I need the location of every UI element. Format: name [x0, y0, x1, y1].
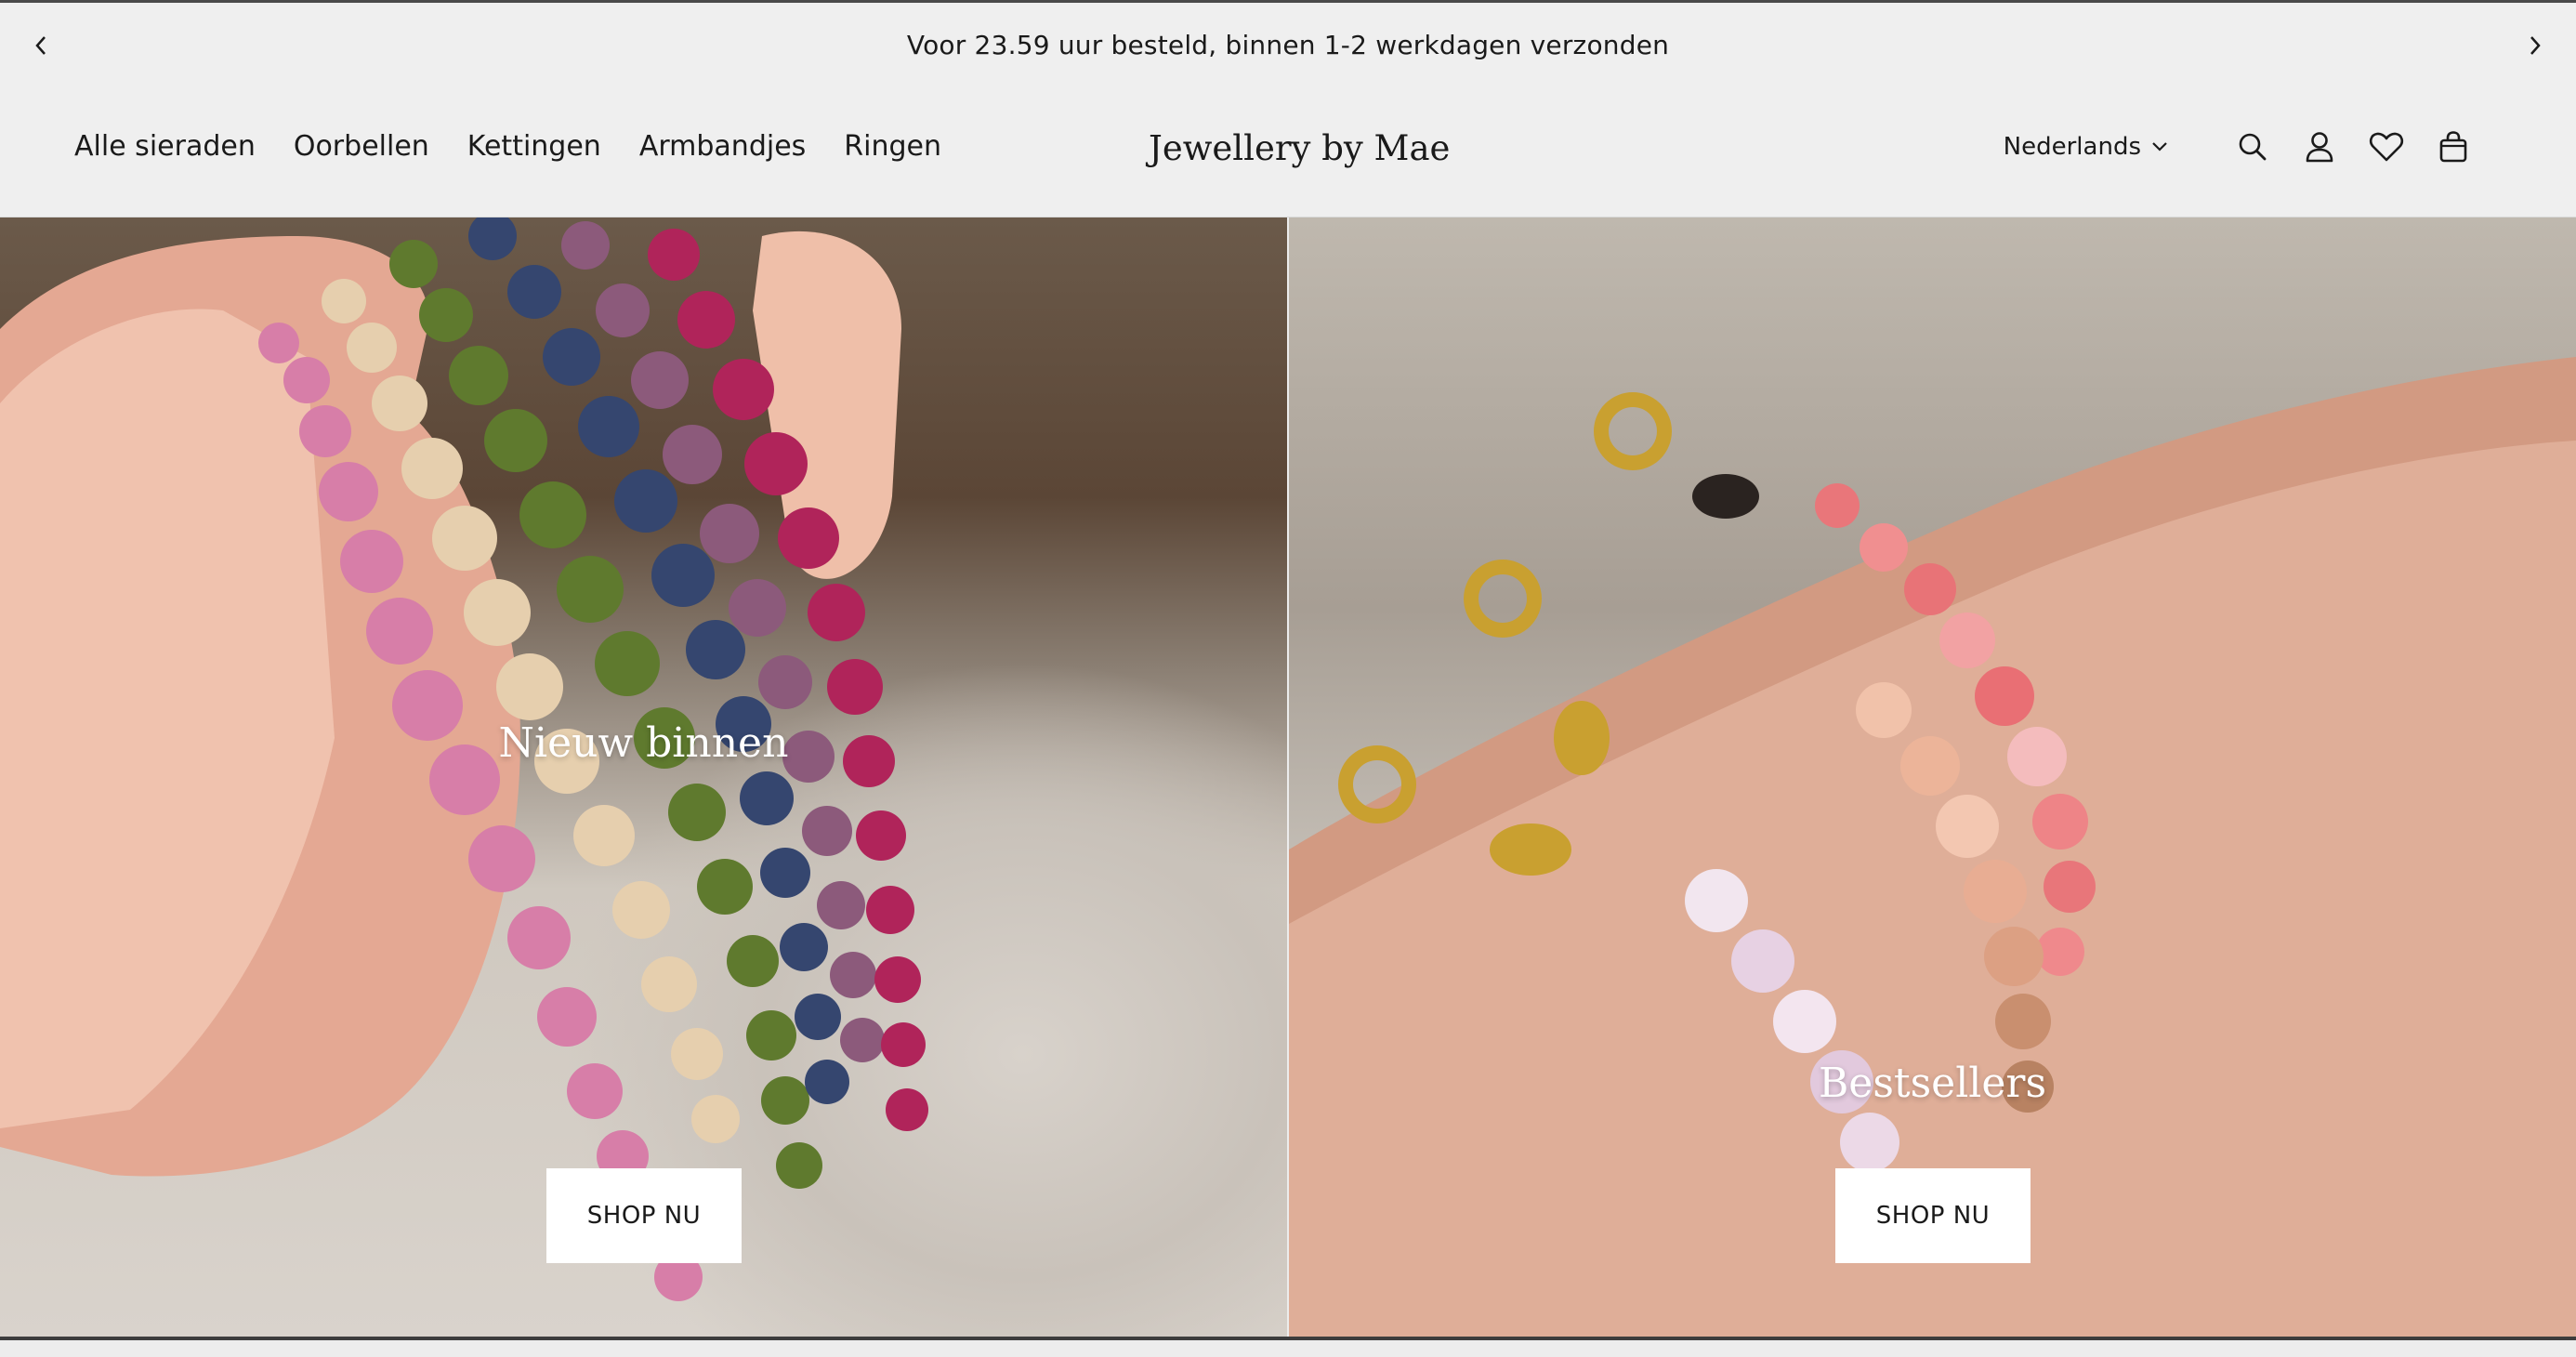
hero-panel-nieuw-binnen[interactable]: Nieuw binnen SHOP NU	[0, 217, 1287, 1337]
hero-section: Nieuw binnen SHOP NU Bestsellers SHOP NU	[0, 217, 2576, 1337]
chevron-left-icon[interactable]	[22, 27, 59, 64]
panel-title: Nieuw binnen	[498, 719, 789, 767]
panel-title: Bestsellers	[1818, 1060, 2047, 1107]
bag-icon[interactable]	[2433, 126, 2474, 167]
announcement-text: Voor 23.59 uur besteld, binnen 1-2 werkd…	[906, 30, 1670, 60]
shop-now-button[interactable]: SHOP NU	[1835, 1168, 2031, 1263]
heart-icon[interactable]	[2366, 126, 2407, 167]
nav-item-kettingen[interactable]: Kettingen	[467, 130, 601, 163]
account-icon[interactable]	[2299, 126, 2340, 167]
chevron-right-icon[interactable]	[2517, 27, 2554, 64]
language-selector[interactable]: Nederlands	[2004, 133, 2169, 161]
hero-panel-bestsellers[interactable]: Bestsellers SHOP NU	[1289, 217, 2576, 1337]
language-label: Nederlands	[2003, 133, 2141, 161]
main-nav: Alle sieraden Oorbellen Kettingen Armban…	[74, 130, 941, 163]
chevron-down-icon	[2152, 142, 2167, 152]
header-actions: Nederlands	[2004, 126, 2474, 167]
nav-item-ringen[interactable]: Ringen	[844, 130, 941, 163]
site-header: Alle sieraden Oorbellen Kettingen Armban…	[0, 87, 2576, 217]
nav-item-armbandjes[interactable]: Armbandjes	[639, 130, 806, 163]
nav-item-oorbellen[interactable]: Oorbellen	[294, 130, 429, 163]
nav-item-alle-sieraden[interactable]: Alle sieraden	[74, 130, 256, 163]
announcement-bar: Voor 23.59 uur besteld, binnen 1-2 werkd…	[0, 0, 2576, 87]
site-logo[interactable]: Jewellery by Mae	[1149, 128, 1450, 168]
shop-now-button[interactable]: SHOP NU	[546, 1168, 742, 1263]
bottom-divider	[0, 1337, 2576, 1357]
search-icon[interactable]	[2232, 126, 2273, 167]
